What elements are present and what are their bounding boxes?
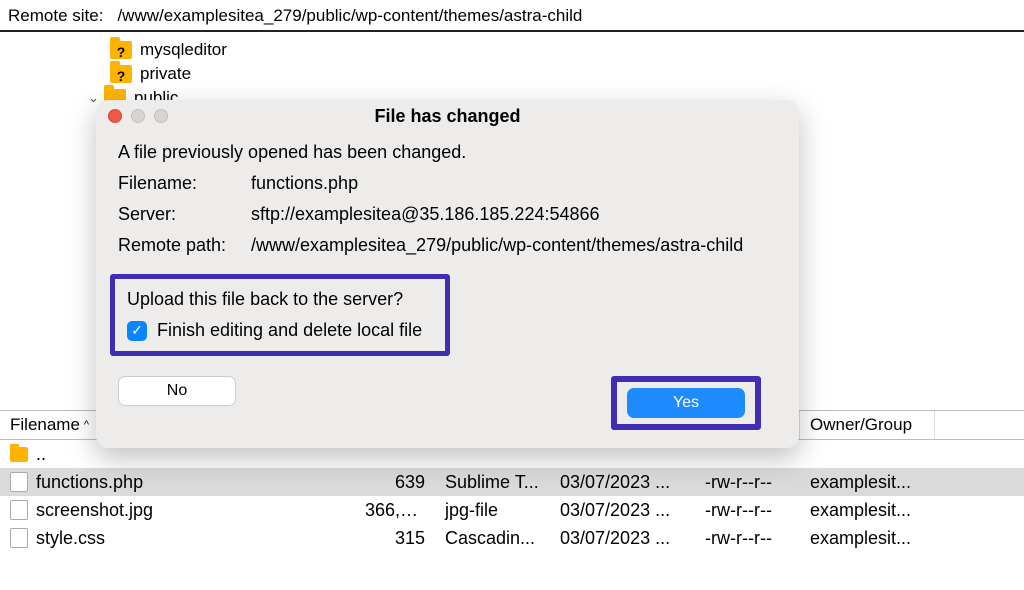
folder-up-icon — [10, 447, 28, 462]
list-item[interactable]: style.css 315 Cascadin... 03/07/2023 ...… — [0, 524, 1024, 552]
remote-site-path-input[interactable]: /www/examplesitea_279/public/wp-content/… — [111, 4, 1016, 28]
tree-item-label: mysqleditor — [140, 38, 227, 62]
file-perm: -rw-r--r-- — [695, 528, 800, 549]
file-icon — [10, 528, 28, 548]
folder-unknown-icon — [110, 41, 132, 59]
file-perm: -rw-r--r-- — [695, 500, 800, 521]
upload-question: Upload this file back to the server? — [127, 289, 433, 310]
file-owner: examplesit... — [800, 472, 935, 493]
file-name: functions.php — [36, 472, 143, 493]
file-name: style.css — [36, 528, 105, 549]
dialog-message: A file previously opened has been change… — [118, 142, 777, 163]
folder-unknown-icon — [110, 65, 132, 83]
file-changed-dialog: File has changed A file previously opene… — [96, 100, 799, 448]
file-type: Sublime T... — [435, 472, 550, 493]
list-item[interactable]: functions.php 639 Sublime T... 03/07/202… — [0, 468, 1024, 496]
finish-editing-checkbox-row[interactable]: ✓ Finish editing and delete local file — [127, 320, 433, 341]
filename-value: functions.php — [251, 173, 358, 194]
remotepath-value: /www/examplesitea_279/public/wp-content/… — [251, 235, 743, 256]
upload-prompt-highlight: Upload this file back to the server? ✓ F… — [110, 274, 450, 356]
sort-ascending-icon: ^ — [84, 419, 89, 431]
file-mod: 03/07/2023 ... — [550, 500, 695, 521]
tree-item-label: private — [140, 62, 191, 86]
file-size: 315 — [355, 528, 435, 549]
file-type: Cascadin... — [435, 528, 550, 549]
file-mod: 03/07/2023 ... — [550, 472, 695, 493]
tree-item-private[interactable]: private — [0, 62, 1024, 86]
tree-item-mysqleditor[interactable]: mysqleditor — [0, 38, 1024, 62]
finish-editing-label: Finish editing and delete local file — [157, 320, 422, 341]
remote-site-bar: Remote site: /www/examplesitea_279/publi… — [0, 0, 1024, 32]
no-button[interactable]: No — [118, 376, 236, 406]
remote-site-label: Remote site: — [8, 6, 103, 26]
dialog-title: File has changed — [96, 106, 799, 127]
file-name: screenshot.jpg — [36, 500, 153, 521]
file-icon — [10, 500, 28, 520]
finish-editing-checkbox[interactable]: ✓ — [127, 321, 147, 341]
remote-tree: mysqleditor private ⌄ public — [0, 32, 1024, 110]
file-size: 366,434 — [355, 500, 435, 521]
dialog-buttons: No Yes — [96, 372, 799, 430]
file-name: .. — [36, 444, 46, 465]
remotepath-label: Remote path: — [118, 235, 243, 256]
list-item[interactable]: screenshot.jpg 366,434 jpg-file 03/07/20… — [0, 496, 1024, 524]
server-value: sftp://examplesitea@35.186.185.224:54866 — [251, 204, 600, 225]
server-label: Server: — [118, 204, 243, 225]
yes-button-highlight: Yes — [611, 376, 761, 430]
yes-button[interactable]: Yes — [627, 388, 745, 418]
file-mod: 03/07/2023 ... — [550, 528, 695, 549]
filename-label: Filename: — [118, 173, 243, 194]
file-icon — [10, 472, 28, 492]
file-list: .. functions.php 639 Sublime T... 03/07/… — [0, 440, 1024, 552]
file-perm: -rw-r--r-- — [695, 472, 800, 493]
file-owner: examplesit... — [800, 528, 935, 549]
column-header-ownergroup[interactable]: Owner/Group — [800, 411, 935, 439]
dialog-body: A file previously opened has been change… — [96, 132, 799, 372]
file-type: jpg-file — [435, 500, 550, 521]
file-owner: examplesit... — [800, 500, 935, 521]
file-size: 639 — [355, 472, 435, 493]
dialog-titlebar: File has changed — [96, 100, 799, 132]
